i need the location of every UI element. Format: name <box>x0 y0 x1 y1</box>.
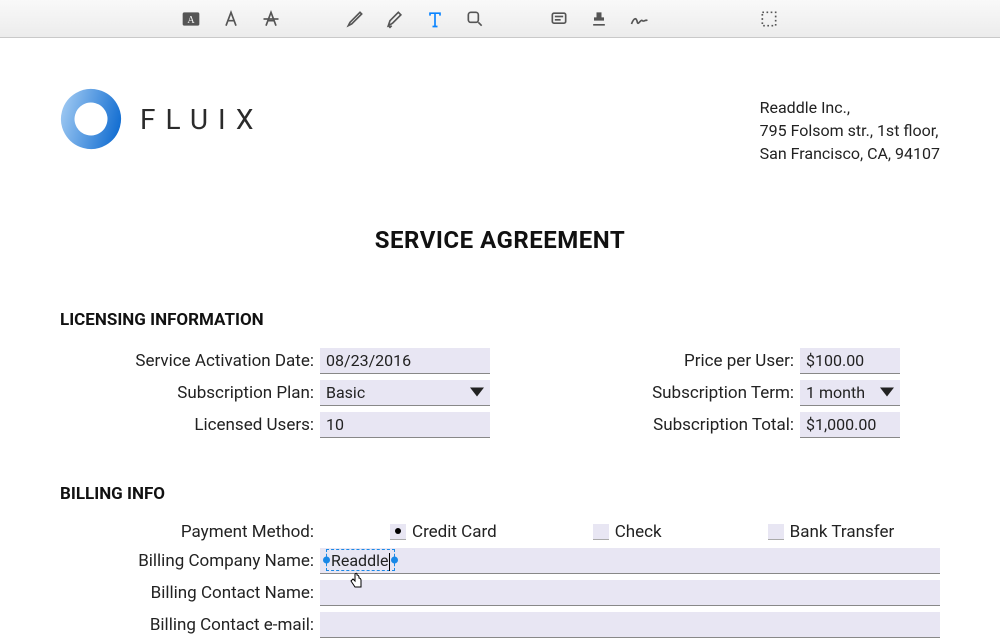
chevron-down-icon <box>470 388 484 397</box>
shape-icon[interactable] <box>464 8 486 30</box>
company-address: Readdle Inc., 795 Folsom str., 1st floor… <box>760 88 940 166</box>
document-title: SERVICE AGREEMENT <box>60 226 940 254</box>
option-check-label: Check <box>615 522 662 542</box>
option-credit-card[interactable]: Credit Card <box>390 522 497 542</box>
font-icon[interactable] <box>220 8 242 30</box>
contact-email-field[interactable] <box>320 612 940 638</box>
toolbar-group-select <box>758 8 780 30</box>
address-line1: Readdle Inc., <box>760 96 940 119</box>
licensing-col-left: Service Activation Date: 08/23/2016 Subs… <box>60 348 490 444</box>
users-label: Licensed Users: <box>60 415 320 435</box>
licensing-col-right: Price per User: $100.00 Subscription Ter… <box>610 348 940 444</box>
licensing-heading: LICENSING INFORMATION <box>60 310 940 330</box>
contact-email-label: Billing Contact e-mail: <box>60 615 320 635</box>
document-canvas: FLUIX Readdle Inc., 795 Folsom str., 1st… <box>0 38 1000 638</box>
resize-handle-right[interactable] <box>391 557 398 564</box>
text-styles-icon[interactable]: A <box>180 8 202 30</box>
plan-dropdown[interactable]: Basic <box>320 380 490 406</box>
billing-heading: BILLING INFO <box>60 484 940 504</box>
note-icon[interactable] <box>548 8 570 30</box>
term-dropdown[interactable]: 1 month <box>800 380 900 406</box>
resize-handle-left[interactable] <box>323 557 330 564</box>
chevron-down-icon <box>880 388 894 397</box>
toolbar-group-insert <box>548 8 650 30</box>
price-field[interactable]: $100.00 <box>800 348 900 374</box>
radio-icon <box>390 524 406 540</box>
option-check[interactable]: Check <box>593 522 662 542</box>
strikethrough-icon[interactable] <box>260 8 282 30</box>
toolbar-group-text: A <box>180 8 282 30</box>
text-tool-icon[interactable] <box>424 8 446 30</box>
plan-value: Basic <box>326 383 365 402</box>
stamp-icon[interactable] <box>588 8 610 30</box>
company-name-field[interactable]: Readdle <box>320 548 940 574</box>
text-annotation-editing[interactable]: Readdle <box>326 549 395 571</box>
text-cursor <box>389 553 390 571</box>
option-bank-transfer[interactable]: Bank Transfer <box>768 522 895 542</box>
toolbar-group-annotate <box>344 8 486 30</box>
highlighter-icon[interactable] <box>384 8 406 30</box>
total-value: $1,000.00 <box>806 415 876 434</box>
users-value: 10 <box>326 415 344 434</box>
price-value: $100.00 <box>806 351 864 370</box>
logo-mark <box>60 88 122 150</box>
total-field[interactable]: $1,000.00 <box>800 412 900 438</box>
price-label: Price per User: <box>610 351 800 371</box>
address-line3: San Francisco, CA, 94107 <box>760 142 940 165</box>
pen-icon[interactable] <box>344 8 366 30</box>
radio-icon <box>768 524 784 540</box>
plan-label: Subscription Plan: <box>60 383 320 403</box>
term-value: 1 month <box>806 383 865 402</box>
select-icon[interactable] <box>758 8 780 30</box>
term-label: Subscription Term: <box>610 383 800 403</box>
logo-text: FLUIX <box>140 103 263 136</box>
company-name-value: Readdle <box>331 551 388 570</box>
activation-date-value: 08/23/2016 <box>326 351 411 370</box>
address-line2: 795 Folsom str., 1st floor, <box>760 119 940 142</box>
contact-name-label: Billing Contact Name: <box>60 583 320 603</box>
activation-date-field[interactable]: 08/23/2016 <box>320 348 490 374</box>
contact-name-field[interactable] <box>320 580 940 606</box>
company-name-label: Billing Company Name: <box>60 551 320 571</box>
radio-icon <box>593 524 609 540</box>
svg-text:A: A <box>187 15 195 26</box>
total-label: Subscription Total: <box>610 415 800 435</box>
payment-options: Credit Card Check Bank Transfer <box>320 522 940 542</box>
signature-icon[interactable] <box>628 8 650 30</box>
option-bank-label: Bank Transfer <box>790 522 895 542</box>
logo: FLUIX <box>60 88 263 150</box>
payment-method-label: Payment Method: <box>60 522 320 542</box>
toolbar: A <box>0 0 1000 38</box>
header-row: FLUIX Readdle Inc., 795 Folsom str., 1st… <box>60 88 940 166</box>
users-field[interactable]: 10 <box>320 412 490 438</box>
licensing-columns: Service Activation Date: 08/23/2016 Subs… <box>60 348 940 444</box>
billing-section: Payment Method: Credit Card Check Bank T… <box>60 522 940 638</box>
activation-date-label: Service Activation Date: <box>60 351 320 371</box>
option-credit-label: Credit Card <box>412 522 497 542</box>
